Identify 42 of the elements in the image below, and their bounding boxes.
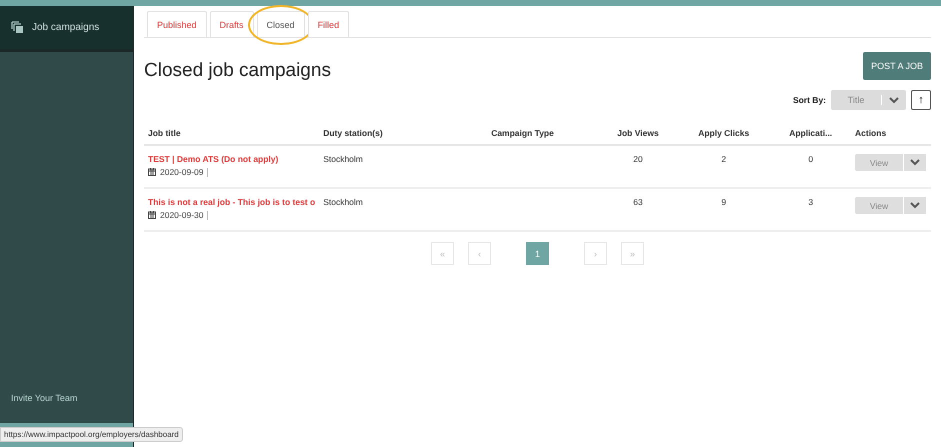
actions-dropdown-button[interactable]: [904, 197, 926, 214]
table-cell: 9: [721, 197, 726, 207]
campaigns-icon: [11, 21, 24, 34]
job-title-link[interactable]: This is not a real job - This job is to test o: [148, 197, 316, 207]
table-cell: 20: [633, 154, 643, 164]
invite-team-link[interactable]: Invite Your Team: [0, 393, 133, 423]
sidebar-item[interactable]: Job campaigns: [0, 6, 133, 52]
table-cell: Stockholm: [323, 154, 363, 164]
page-button[interactable]: 1: [526, 242, 549, 265]
column-header: Campaign Type: [491, 128, 554, 138]
job-date: 2020-09-30: [160, 210, 204, 220]
sort-direction-button[interactable]: ↑: [911, 90, 931, 110]
tab[interactable]: Filled: [308, 11, 350, 37]
actions-dropdown-button[interactable]: [904, 154, 926, 171]
post-job-button[interactable]: POST A JOB: [863, 52, 931, 80]
tab[interactable]: Published: [147, 11, 207, 37]
tab[interactable]: Drafts: [210, 11, 254, 37]
column-header: Duty station(s): [323, 128, 383, 138]
view-button[interactable]: View: [855, 197, 903, 214]
column-header: Job Views: [617, 128, 659, 138]
chevron-down-icon: [910, 159, 920, 166]
sort-label: Sort By:: [792, 95, 826, 105]
table-cell: 2: [721, 154, 726, 164]
table-cell: Stockholm: [323, 197, 363, 207]
chevron-down-icon: [889, 96, 899, 104]
job-date: 2020-09-09: [160, 167, 204, 177]
column-header: Job title: [148, 128, 181, 138]
table-cell: 63: [633, 197, 643, 207]
column-header: Apply Clicks: [698, 128, 750, 138]
sort-select[interactable]: Title: [831, 90, 906, 110]
calendar-icon: [148, 168, 156, 176]
column-header: Actions: [855, 128, 886, 138]
tab[interactable]: Closed: [256, 11, 305, 37]
column-header: Applicati...: [789, 128, 832, 138]
view-button[interactable]: View: [855, 154, 903, 171]
page-title: Closed job campaigns: [144, 60, 331, 82]
status-url: https://www.impactpool.org/employers/dashboard: [0, 427, 183, 442]
chevron-down-icon: [910, 202, 920, 209]
job-title-link[interactable]: TEST | Demo ATS (Do not apply): [148, 154, 316, 164]
calendar-icon: [148, 211, 156, 219]
table-cell: 0: [808, 154, 814, 164]
table-cell: 3: [808, 197, 814, 207]
